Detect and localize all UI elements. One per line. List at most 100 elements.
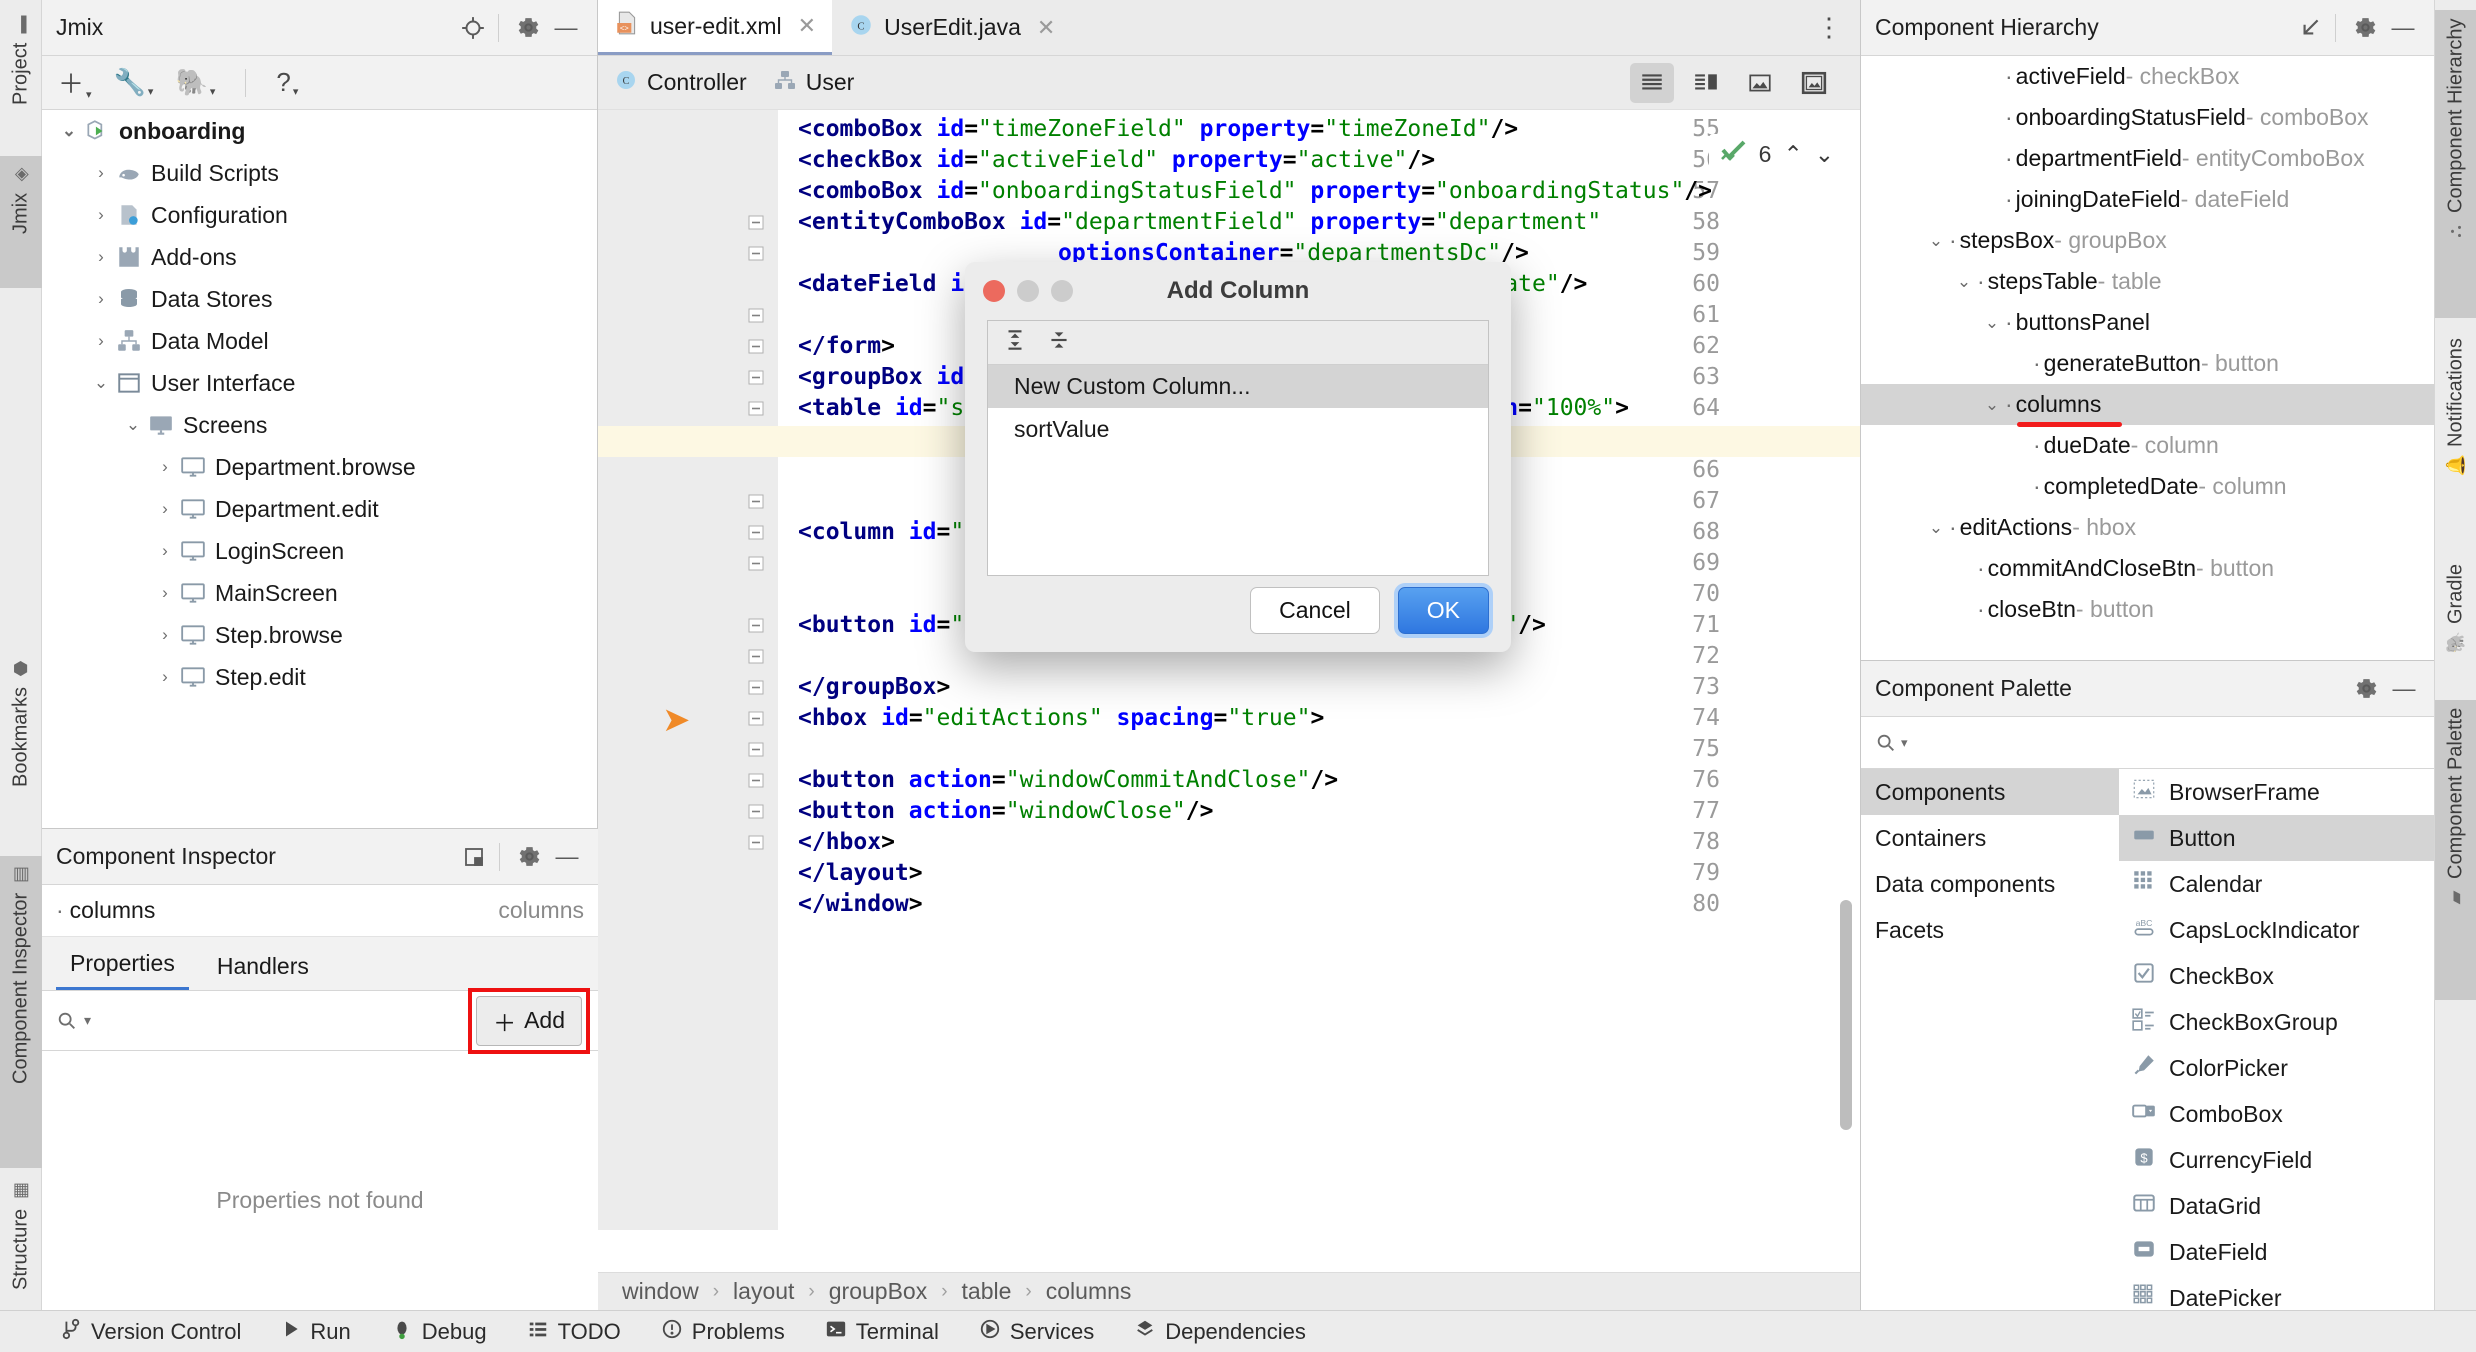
dialog-item-sortvalue[interactable]: sortValue	[988, 408, 1488, 451]
palette-category-data-components[interactable]: Data components	[1861, 861, 2119, 907]
tool-button-component-palette[interactable]: ▰ Component Palette	[2435, 700, 2476, 1000]
design-view-icon[interactable]	[1792, 63, 1836, 103]
palette-item-currencyfield[interactable]: $ CurrencyField	[2119, 1137, 2435, 1183]
status-item-services[interactable]: Services	[979, 1318, 1094, 1346]
chevron-down-icon[interactable]: ⌄	[56, 121, 82, 141]
tool-button-component-inspector[interactable]: Component Inspector ▤	[0, 856, 42, 1168]
palette-item-browserframe[interactable]: BrowserFrame	[2119, 769, 2435, 815]
add-button[interactable]: ＋ Add	[476, 995, 582, 1046]
tab-properties[interactable]: Properties	[56, 950, 189, 990]
palette-category-components[interactable]: Components	[1861, 769, 2119, 815]
project-tree[interactable]: ⌄ onboarding › Build Scripts › Configuration ›…	[42, 110, 597, 808]
split-view-icon[interactable]	[1684, 63, 1728, 103]
palette-item-capslockindicator[interactable]: aBC CapsLockIndicator	[2119, 907, 2435, 953]
hierarchy-item-joiningDateField[interactable]: · joiningDateField - dateField	[1861, 179, 2434, 220]
inspection-widget[interactable]: 6 ⌃ ⌄	[1708, 134, 1844, 174]
minimize-icon[interactable]: —	[550, 840, 584, 874]
gear-icon[interactable]	[511, 11, 545, 45]
gradle-icon[interactable]: 🐘 ▾	[175, 67, 215, 98]
status-item-todo[interactable]: TODO	[527, 1318, 621, 1346]
tree-item-onboarding[interactable]: ⌄ onboarding	[42, 110, 597, 152]
chevron-right-icon[interactable]: ›	[88, 163, 114, 183]
jump-to-source-icon[interactable]	[2293, 11, 2327, 45]
text-view-icon[interactable]	[1630, 62, 1674, 103]
close-icon[interactable]: ✕	[798, 13, 816, 39]
chevron-right-icon[interactable]: ›	[152, 625, 178, 645]
editor-options-icon[interactable]: ⋮	[1798, 0, 1860, 55]
status-item-run[interactable]: Run	[281, 1319, 351, 1345]
palette-category-containers[interactable]: Containers	[1861, 815, 2119, 861]
component-hierarchy-tree[interactable]: · activeField - checkBox · onboardingStatus…	[1861, 56, 2434, 630]
cancel-button[interactable]: Cancel	[1250, 587, 1380, 634]
palette-search-input[interactable]: ▾	[1861, 717, 2435, 769]
fold-marker-icon[interactable]	[746, 554, 766, 580]
gutter-marker-icon[interactable]: ➤	[662, 700, 691, 740]
status-item-debug[interactable]: Debug	[391, 1318, 487, 1346]
tree-item-configuration[interactable]: › Configuration	[42, 194, 597, 236]
breadcrumb-item[interactable]: table	[962, 1278, 1012, 1305]
tool-button-gradle[interactable]: 🐘 Gradle	[2435, 556, 2476, 688]
tree-item-screens[interactable]: ⌄ Screens	[42, 404, 597, 446]
hierarchy-item-buttonsPanel[interactable]: ⌄ · buttonsPanel	[1861, 302, 2434, 343]
preview-icon[interactable]	[1738, 63, 1782, 103]
status-item-version-control[interactable]: Version Control	[60, 1318, 241, 1346]
close-icon[interactable]: ✕	[1037, 15, 1055, 41]
hierarchy-item-generateButton[interactable]: · generateButton - button	[1861, 343, 2434, 384]
fold-marker-icon[interactable]	[746, 647, 766, 673]
hierarchy-item-completedDate[interactable]: · completedDate - column	[1861, 466, 2434, 507]
chevron-down-icon[interactable]: ▾	[1901, 735, 1908, 751]
selected-component-row[interactable]: · columns columns	[42, 885, 598, 937]
minimize-icon[interactable]: —	[549, 11, 583, 45]
chevron-right-icon[interactable]: ›	[152, 667, 178, 687]
minimize-icon[interactable]: —	[2387, 672, 2421, 706]
wrench-icon[interactable]: 🔧 ▾	[114, 67, 154, 98]
tab-handlers[interactable]: Handlers	[203, 953, 323, 990]
fold-marker-icon[interactable]	[746, 771, 766, 797]
hierarchy-item-departmentField[interactable]: · departmentField - entityComboBox	[1861, 138, 2434, 179]
fold-marker-icon[interactable]	[746, 399, 766, 425]
palette-item-colorpicker[interactable]: ColorPicker	[2119, 1045, 2435, 1091]
chevron-down-icon[interactable]: ⌄	[88, 373, 114, 393]
fold-marker-icon[interactable]	[746, 244, 766, 270]
hierarchy-item-columns[interactable]: ⌄ · columns	[1861, 384, 2434, 427]
expand-all-icon[interactable]	[1002, 327, 1028, 359]
chevron-right-icon[interactable]: ›	[88, 289, 114, 309]
window-icon[interactable]	[457, 840, 491, 874]
fold-marker-icon[interactable]	[746, 306, 766, 332]
palette-item-checkbox[interactable]: CheckBox	[2119, 953, 2435, 999]
hierarchy-item-stepsTable[interactable]: ⌄ · stepsTable - table	[1861, 261, 2434, 302]
chevron-right-icon[interactable]: ›	[88, 331, 114, 351]
gear-icon[interactable]	[2348, 11, 2382, 45]
hierarchy-item-closeBtn[interactable]: · closeBtn - button	[1861, 589, 2434, 630]
palette-item-datagrid[interactable]: DataGrid	[2119, 1183, 2435, 1229]
gear-icon[interactable]	[2349, 672, 2383, 706]
chevron-right-icon[interactable]: ›	[152, 583, 178, 603]
palette-item-button[interactable]: Button	[2119, 815, 2435, 861]
chevron-right-icon[interactable]: ›	[88, 205, 114, 225]
chevron-down-icon[interactable]: ⌄	[1979, 313, 2005, 333]
status-item-terminal[interactable]: Terminal	[825, 1318, 939, 1346]
tree-item-build-scripts[interactable]: › Build Scripts	[42, 152, 597, 194]
chevron-down-icon[interactable]: ▾	[84, 1012, 91, 1029]
breadcrumb-item[interactable]: layout	[733, 1278, 794, 1305]
hierarchy-item-stepsBox[interactable]: ⌄ · stepsBox - groupBox	[1861, 220, 2434, 261]
help-icon[interactable]: ? ▾	[276, 67, 298, 98]
palette-item-datefield[interactable]: DateField	[2119, 1229, 2435, 1275]
tree-item-step-edit[interactable]: › Step.edit	[42, 656, 597, 698]
locate-icon[interactable]	[456, 11, 490, 45]
hierarchy-item-activeField[interactable]: · activeField - checkBox	[1861, 56, 2434, 97]
palette-category-facets[interactable]: Facets	[1861, 907, 2119, 953]
tree-item-user-interface[interactable]: ⌄ User Interface	[42, 362, 597, 404]
gear-icon[interactable]	[512, 840, 546, 874]
palette-item-datepicker[interactable]: DatePicker	[2119, 1275, 2435, 1309]
search-input[interactable]: ▾	[42, 1010, 468, 1032]
minimize-icon[interactable]: —	[2386, 11, 2420, 45]
breadcrumb-item[interactable]: groupBox	[829, 1278, 927, 1305]
chevron-up-icon[interactable]: ⌃	[1783, 141, 1802, 168]
hierarchy-item-editActions[interactable]: ⌄ · editActions - hbox	[1861, 507, 2434, 548]
subbar-item-controller[interactable]: C Controller	[614, 68, 747, 98]
tool-button-jmix[interactable]: Jmix ◈	[0, 156, 42, 288]
fold-marker-icon[interactable]	[746, 337, 766, 363]
palette-item-combobox[interactable]: ComboBox	[2119, 1091, 2435, 1137]
tree-item-data-stores[interactable]: › Data Stores	[42, 278, 597, 320]
